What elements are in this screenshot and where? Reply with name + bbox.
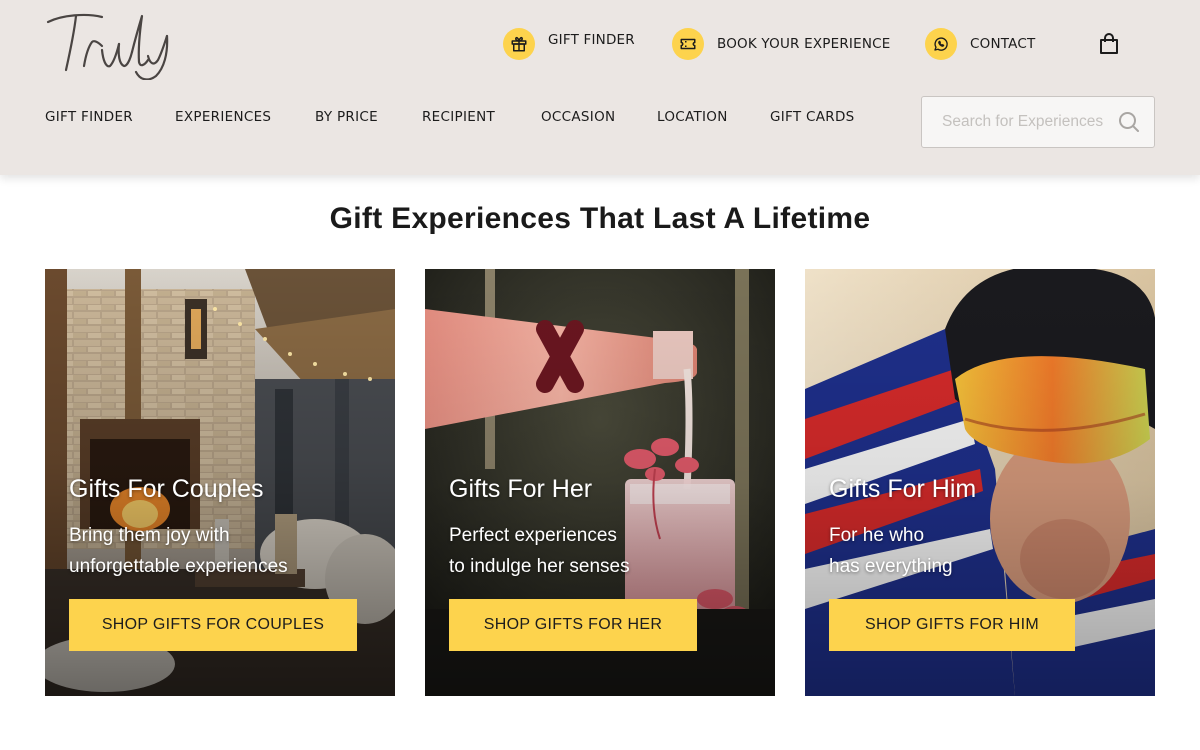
nav-location[interactable]: LOCATION	[657, 109, 728, 125]
page-title: Gift Experiences That Last A Lifetime	[329, 202, 871, 235]
card-subtitle-line: Perfect experiences	[449, 525, 617, 546]
card-gifts-for-her[interactable]: Gifts For Her Perfect experiences to ind…	[425, 269, 775, 696]
gift-icon	[503, 28, 535, 60]
main-nav: GIFT FINDER EXPERIENCES BY PRICE RECIPIE…	[0, 109, 900, 129]
card-subtitle-line: has everything	[829, 556, 953, 577]
card-subtitle-line: For he who	[829, 525, 925, 546]
contact-label: CONTACT	[970, 36, 1036, 52]
card-subtitle-line: Bring them joy with	[69, 525, 230, 546]
nav-experiences[interactable]: EXPERIENCES	[175, 109, 271, 125]
book-experience-link[interactable]: BOOK YOUR EXPERIENCE	[672, 28, 891, 60]
truly-logo[interactable]	[44, 10, 179, 81]
ticket-icon	[672, 28, 704, 60]
card-title: Gifts For Couples	[69, 475, 264, 503]
site-header: GIFT FINDER BOOK YOUR EXPERIENCE CONTACT…	[0, 0, 1200, 175]
card-title: Gifts For Her	[449, 475, 593, 503]
shop-gifts-for-her-button[interactable]: SHOP GIFTS FOR HER	[449, 599, 697, 651]
card-subtitle: Perfect experiences to indulge her sense…	[449, 520, 749, 582]
card-subtitle: For he who has everything	[829, 520, 1129, 582]
nav-occasion[interactable]: OCCASION	[541, 109, 615, 125]
search-input[interactable]	[942, 113, 1122, 131]
shop-gifts-for-him-button[interactable]: SHOP GIFTS FOR HIM	[829, 599, 1075, 651]
contact-link[interactable]: CONTACT	[925, 28, 1035, 60]
whatsapp-icon	[925, 28, 957, 60]
card-gifts-for-couples[interactable]: Gifts For Couples Bring them joy with un…	[45, 269, 395, 696]
nav-gift-finder[interactable]: GIFT FINDER	[45, 109, 133, 125]
card-gifts-for-him[interactable]: Gifts For Him For he who has everything …	[805, 269, 1155, 696]
shopping-bag-icon[interactable]	[1099, 33, 1119, 55]
card-subtitle-line: to indulge her senses	[449, 556, 630, 577]
card-title: Gifts For Him	[829, 475, 977, 503]
gift-finder-label: GIFT FINDER	[548, 32, 635, 48]
card-subtitle-line: unforgettable experiences	[69, 556, 288, 577]
nav-gift-cards[interactable]: GIFT CARDS	[770, 109, 855, 125]
nav-recipient[interactable]: RECIPIENT	[422, 109, 495, 125]
search-box	[921, 96, 1155, 148]
shop-gifts-for-couples-button[interactable]: SHOP GIFTS FOR COUPLES	[69, 599, 357, 651]
card-subtitle: Bring them joy with unforgettable experi…	[69, 520, 369, 582]
nav-by-price[interactable]: BY PRICE	[315, 109, 378, 125]
book-experience-label: BOOK YOUR EXPERIENCE	[717, 36, 891, 52]
gift-finder-link[interactable]: GIFT FINDER	[503, 28, 635, 60]
search-icon[interactable]	[1118, 111, 1140, 133]
